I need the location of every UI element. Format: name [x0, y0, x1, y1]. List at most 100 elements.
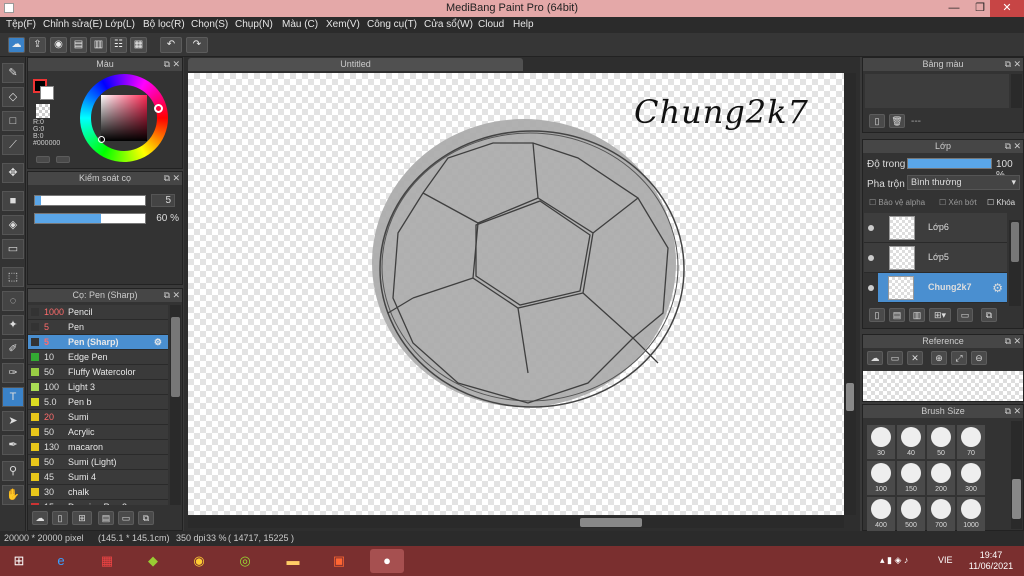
brush-list-item[interactable]: 50 Acrylic	[28, 425, 168, 440]
menu-color[interactable]: Màu (C)	[282, 19, 318, 30]
tray-icons[interactable]: ▴ ▮ ◈ ♪	[880, 555, 908, 566]
close-panel-icon[interactable]: ✕	[1013, 335, 1021, 348]
bluestacks-icon[interactable]: ◆	[140, 549, 166, 573]
list-icon[interactable]: ☷	[110, 37, 127, 53]
powerpoint-icon[interactable]: ▣	[326, 549, 352, 573]
close-panel-icon[interactable]: ✕	[1013, 405, 1021, 418]
duplicate-icon[interactable]: ⧉	[138, 511, 154, 525]
undock-icon[interactable]: ⧉	[1005, 335, 1011, 348]
layer-row[interactable]: Lớp5	[864, 243, 1007, 273]
close-panel-icon[interactable]: ✕	[1013, 140, 1021, 153]
reference-cloud-icon[interactable]: ☁	[867, 351, 883, 365]
language-indicator[interactable]: VIE	[938, 555, 953, 565]
brush-size-preset[interactable]: 500	[897, 497, 925, 531]
app-grid-icon[interactable]: ▦	[94, 549, 120, 573]
close-panel-icon[interactable]: ✕	[1013, 58, 1021, 71]
add-layer-menu-icon[interactable]: ⊞▾	[929, 308, 951, 322]
comment-icon[interactable]: ◉	[50, 37, 67, 53]
menu-help[interactable]: Help	[513, 19, 534, 30]
chrome-icon[interactable]: ◉	[186, 549, 212, 573]
color-mode2-button[interactable]	[56, 156, 70, 163]
canvas-horizontal-scrollbar[interactable]	[188, 516, 844, 528]
brush-list-item[interactable]: 5 Pen	[28, 320, 168, 335]
eraser-tool-icon[interactable]: ◇	[2, 87, 24, 107]
gear-icon[interactable]: ⚙	[154, 335, 162, 349]
canvas-vertical-scrollbar[interactable]	[844, 73, 856, 515]
brush-list-item[interactable]: 50 Fluffy Watercolor	[28, 365, 168, 380]
close-panel-icon[interactable]: ✕	[172, 58, 180, 71]
brush-list-item[interactable]: 15 Drawing Pen 2	[28, 500, 168, 505]
magic-wand-tool-icon[interactable]: ✦	[2, 315, 24, 335]
text-tool-icon[interactable]: T	[2, 387, 24, 407]
undock-icon[interactable]: ⧉	[1005, 58, 1011, 71]
close-button[interactable]: ✕	[990, 0, 1024, 17]
lock-checkbox[interactable]: ☐ Khóa	[987, 198, 1015, 207]
drawing-canvas[interactable]: Chung2k7	[188, 73, 844, 515]
brush-size-preset[interactable]: 30	[867, 425, 895, 459]
menu-edit[interactable]: Chỉnh sửa(E)	[43, 19, 103, 30]
brush-list-item[interactable]: 5 Pen (Sharp) ⚙	[28, 335, 168, 350]
move-tool-icon[interactable]: ✥	[2, 163, 24, 183]
brush-size-preset[interactable]: 300	[957, 461, 985, 495]
brush-list-item[interactable]: 5.0 Pen b	[28, 395, 168, 410]
close-panel-icon[interactable]: ✕	[172, 289, 180, 302]
brush-list-item[interactable]: 20 Sumi	[28, 410, 168, 425]
lasso-tool-icon[interactable]: ◌	[2, 291, 24, 311]
add-palette-icon[interactable]: ▯	[869, 114, 885, 128]
sv-handle[interactable]	[98, 136, 105, 143]
brush-size-preset[interactable]: 40	[897, 425, 925, 459]
eyedropper2-tool-icon[interactable]: ⚲	[2, 461, 24, 481]
undock-icon[interactable]: ⧉	[164, 289, 170, 302]
shape-tool-icon[interactable]: □	[2, 111, 24, 131]
grid-icon[interactable]: ▦	[130, 37, 147, 53]
dot-tool-icon[interactable]: ⟋	[2, 135, 24, 155]
folder-icon[interactable]: ▭	[118, 511, 134, 525]
bucket-tool-icon[interactable]: ◈	[2, 215, 24, 235]
close-panel-icon[interactable]: ✕	[172, 172, 180, 185]
chat-icon[interactable]: ▤	[70, 37, 87, 53]
hand-tool-icon[interactable]: ✋	[2, 485, 24, 505]
add-brush-icon[interactable]: ⊞	[72, 511, 92, 525]
brush-size-preset[interactable]: 150	[897, 461, 925, 495]
brush-list-item[interactable]: 1000 Pencil	[28, 305, 168, 320]
hue-handle[interactable]	[154, 104, 163, 113]
brush-list-item[interactable]: 130 macaron	[28, 440, 168, 455]
brush-size-preset[interactable]: 100	[867, 461, 895, 495]
brush-list-scrollbar[interactable]	[170, 305, 181, 505]
transparent-swatch[interactable]	[36, 104, 50, 118]
internet-explorer-icon[interactable]: e	[48, 549, 74, 573]
select-rect-tool-icon[interactable]: ⬚	[2, 267, 24, 287]
brush-list-item[interactable]: 45 Sumi 4	[28, 470, 168, 485]
menu-filter[interactable]: Bộ lọc(R)	[143, 19, 185, 30]
color-mode-button[interactable]	[36, 156, 50, 163]
menu-cloud[interactable]: Cloud	[478, 19, 504, 30]
brush-settings-icon[interactable]: ▤	[98, 511, 114, 525]
visibility-icon[interactable]	[868, 225, 874, 231]
operation-tool-icon[interactable]: ➤	[2, 411, 24, 431]
brush-list-item[interactable]: 10 Edge Pen	[28, 350, 168, 365]
brush-size-preset[interactable]: 50	[927, 425, 955, 459]
cloud-icon[interactable]: ☁	[8, 37, 25, 53]
brush-opacity-slider[interactable]	[34, 213, 146, 224]
cloud-brush-icon[interactable]: ☁	[32, 511, 48, 525]
undock-icon[interactable]: ⧉	[164, 172, 170, 185]
fill-rect-tool-icon[interactable]: ■	[2, 191, 24, 211]
visibility-icon[interactable]	[868, 255, 874, 261]
select-eraser-tool-icon[interactable]: ✑	[2, 363, 24, 383]
clock[interactable]: 19:47 11/06/2021	[966, 550, 1016, 572]
duplicate-layer-icon[interactable]: ⧉	[981, 308, 997, 322]
brush-size-preset[interactable]: 400	[867, 497, 895, 531]
eyedropper-tool-icon[interactable]: ✒	[2, 435, 24, 455]
menu-tools[interactable]: Công cụ(T)	[367, 19, 417, 30]
clipping-checkbox[interactable]: ☐ Xén bớt	[939, 198, 977, 207]
redo-icon[interactable]: ↷	[186, 37, 208, 53]
brush-size-preset[interactable]: 700	[927, 497, 955, 531]
minimize-button[interactable]: —	[940, 0, 968, 17]
menu-window[interactable]: Cửa sổ(W)	[424, 19, 473, 30]
color-wheel[interactable]	[80, 74, 168, 162]
palette-swatch-area[interactable]	[865, 74, 1009, 108]
layer-folder-icon[interactable]: ▭	[957, 308, 973, 322]
menu-file[interactable]: Tệp(F)	[6, 19, 36, 30]
brush-size-slider[interactable]	[34, 195, 146, 206]
windows-start-icon[interactable]: ⊞	[6, 549, 32, 573]
